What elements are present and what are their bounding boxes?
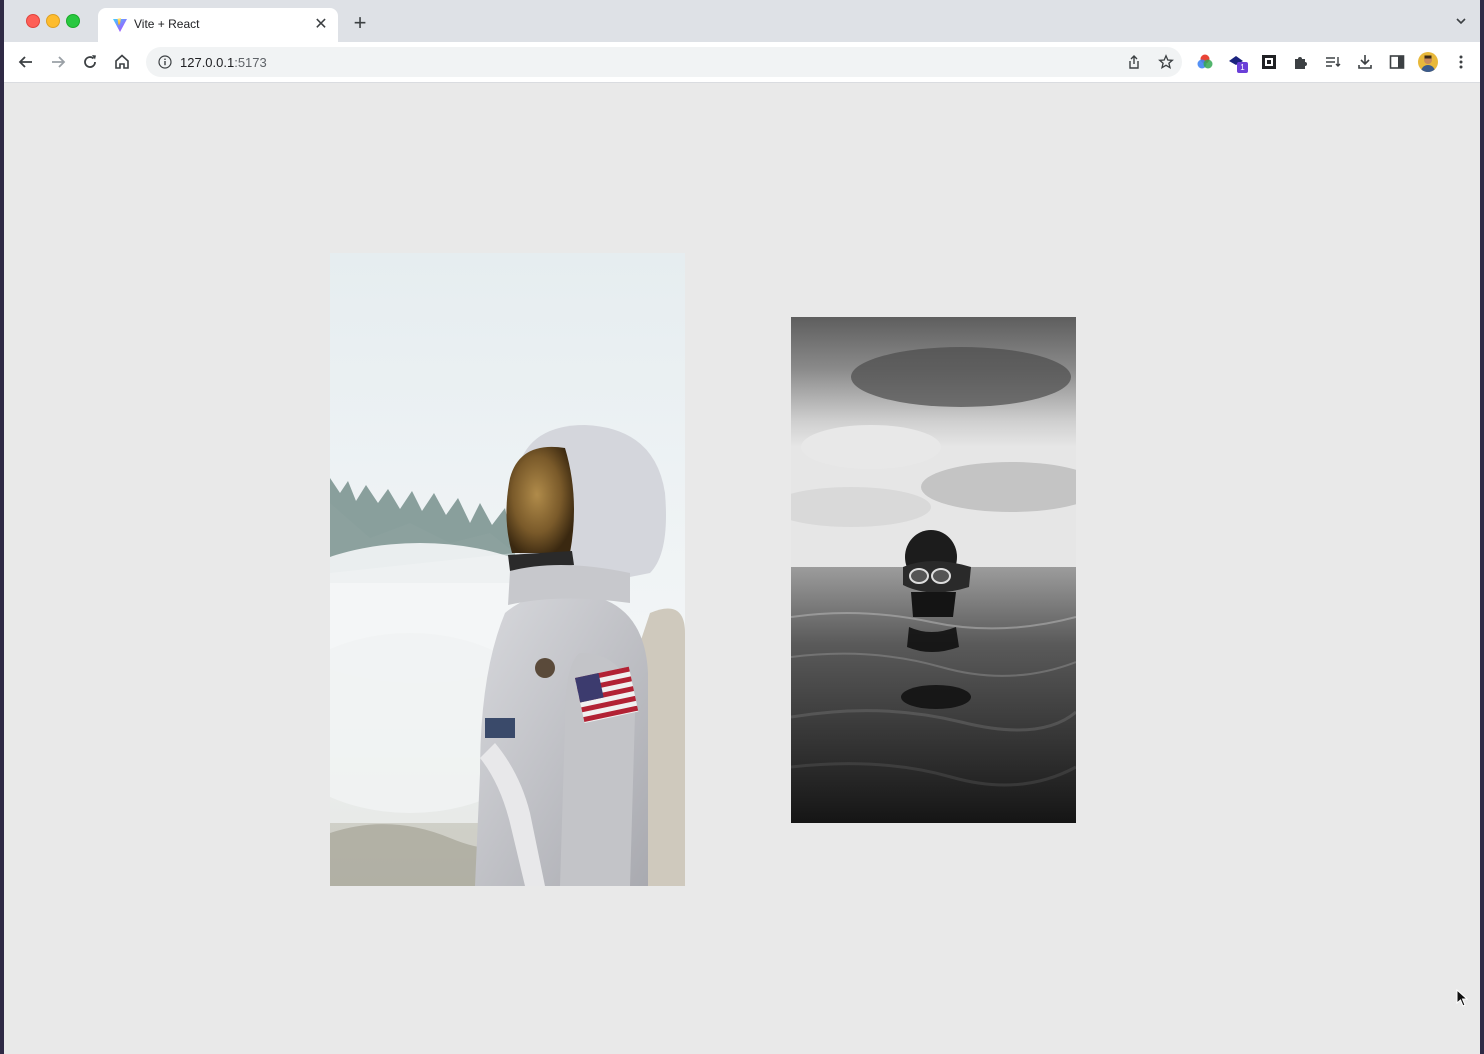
address-bar[interactable]: 127.0.0.1:5173 <box>146 47 1182 77</box>
person-icon <box>1421 55 1435 72</box>
tab-title: Vite + React <box>134 17 200 31</box>
url-port: :5173 <box>234 55 267 70</box>
url-text[interactable]: 127.0.0.1:5173 <box>180 55 267 70</box>
puzzle-extensions-icon[interactable] <box>1292 53 1310 71</box>
bookmark-star-icon[interactable] <box>1158 54 1174 70</box>
share-icon[interactable] <box>1126 54 1142 70</box>
close-icon[interactable]: ✕ <box>312 16 330 34</box>
menu-icon[interactable] <box>1452 53 1470 71</box>
window-maximize-button[interactable] <box>66 14 80 28</box>
diver-photo <box>791 317 1076 823</box>
diver-image <box>791 317 1076 823</box>
tab-active[interactable]: Vite + React ✕ <box>98 8 338 42</box>
mouse-cursor-icon <box>1456 989 1468 1007</box>
info-icon[interactable] <box>158 55 172 69</box>
window-minimize-button[interactable] <box>46 14 60 28</box>
profile-avatar[interactable] <box>1418 52 1438 72</box>
frame-extension-icon[interactable] <box>1260 53 1278 71</box>
vite-logo-icon <box>113 18 127 32</box>
extension-badge-icon[interactable]: 1 <box>1228 53 1248 73</box>
color-extension-icon[interactable] <box>1196 53 1214 71</box>
reading-list-icon[interactable] <box>1324 53 1342 71</box>
browser-window: Vite + React ✕ + 127.0.0.1:5173 1 <box>4 0 1480 1054</box>
forward-arrow-icon[interactable] <box>48 52 68 72</box>
astronaut-photo <box>330 253 685 886</box>
reload-icon[interactable] <box>80 52 100 72</box>
side-panel-icon[interactable] <box>1388 53 1406 71</box>
browser-toolbar: 127.0.0.1:5173 1 <box>4 42 1480 83</box>
plus-icon[interactable]: + <box>350 12 370 34</box>
url-host: 127.0.0.1 <box>180 55 235 70</box>
astronaut-image <box>330 253 685 886</box>
download-icon[interactable] <box>1356 53 1374 71</box>
chevron-down-icon[interactable] <box>1454 14 1468 28</box>
page-viewport <box>4 83 1480 1054</box>
back-arrow-icon[interactable] <box>16 52 36 72</box>
window-close-button[interactable] <box>26 14 40 28</box>
extension-badge-count: 1 <box>1237 62 1248 73</box>
tab-strip: Vite + React ✕ + <box>4 0 1480 42</box>
home-icon[interactable] <box>112 52 132 72</box>
